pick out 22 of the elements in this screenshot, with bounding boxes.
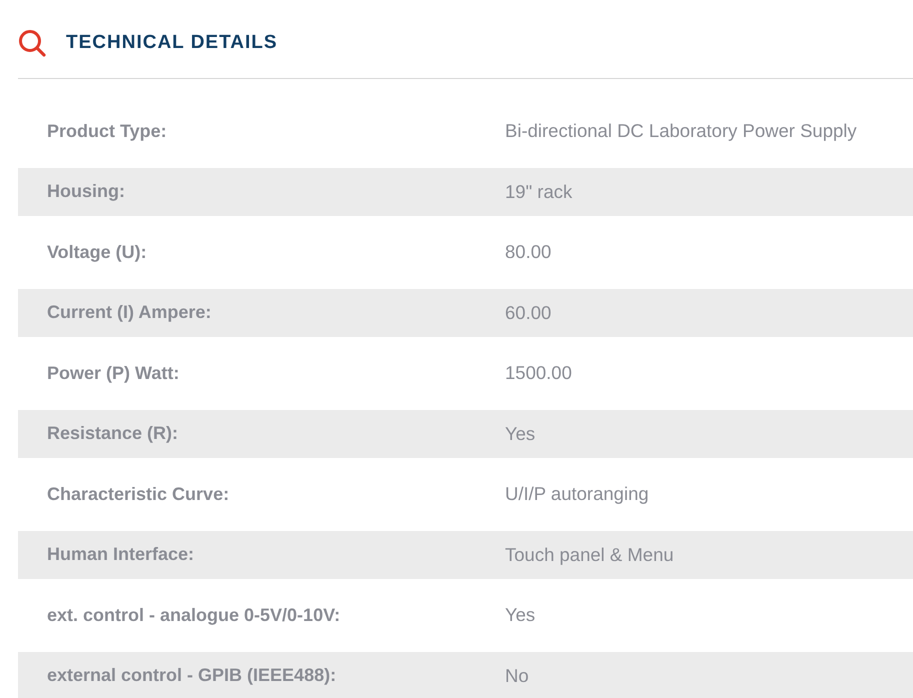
row-label: Voltage (U): bbox=[46, 242, 148, 262]
search-icon bbox=[18, 29, 46, 57]
section-title: TECHNICAL DETAILS bbox=[66, 32, 278, 54]
row-value: 1500.00 bbox=[505, 362, 573, 384]
row-value: Yes bbox=[505, 604, 536, 626]
row-label: Power (P) Watt: bbox=[46, 362, 180, 384]
row-value: 60.00 bbox=[505, 302, 552, 324]
row-value: Bi-directional DC Laboratory Power Supply bbox=[505, 120, 858, 142]
row-value: 19" rack bbox=[505, 180, 574, 202]
row-label: Resistance (R): bbox=[46, 423, 180, 444]
row-value: Touch panel & Menu bbox=[505, 544, 675, 566]
row-label: Product Type: bbox=[46, 120, 168, 142]
row-value: 80.00 bbox=[505, 241, 552, 263]
row-value: Yes bbox=[505, 422, 536, 444]
row-label: Human Interface: bbox=[46, 544, 196, 565]
row-label: ext. control - analogue 0-5V/0-10V: bbox=[46, 604, 342, 626]
row-label: Characteristic Curve: bbox=[46, 484, 230, 504]
row-label: Current (I) Ampere: bbox=[46, 302, 212, 323]
row-label: Housing: bbox=[46, 181, 126, 202]
row-value: No bbox=[505, 664, 530, 686]
row-value: U/I/P autoranging bbox=[505, 483, 650, 505]
row-label: external control - GPIB (IEEE488): bbox=[46, 665, 338, 686]
